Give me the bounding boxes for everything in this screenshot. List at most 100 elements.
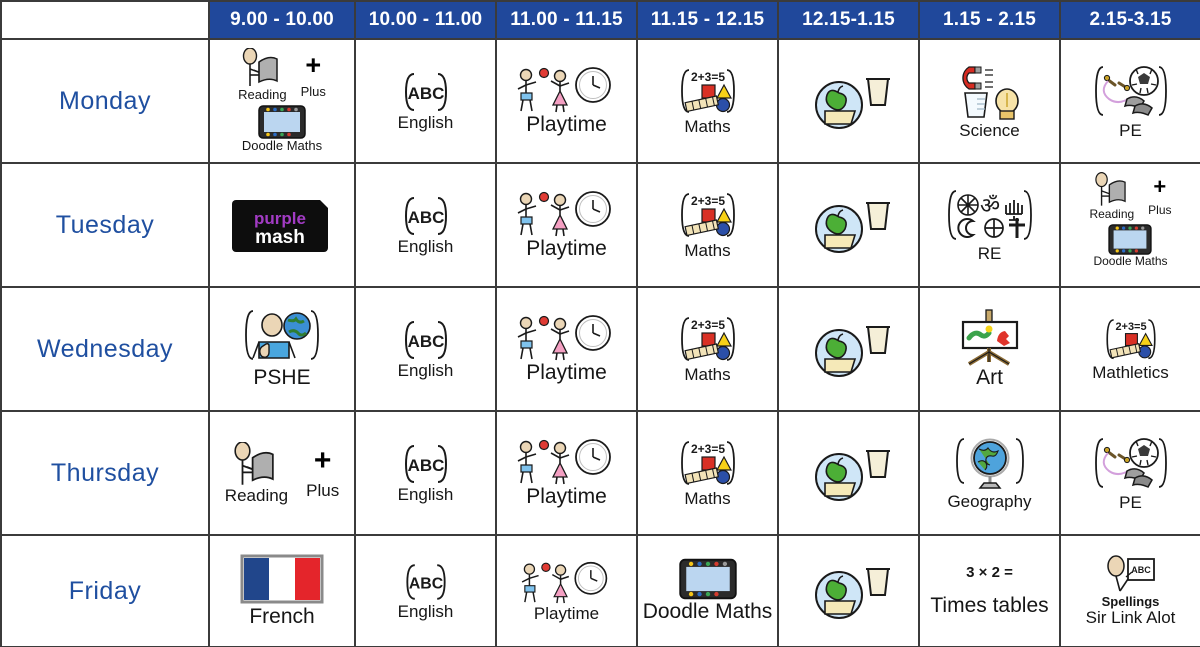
- playtime-label: Playtime: [526, 237, 607, 261]
- cell-tuesday-1100[interactable]: Playtime: [495, 162, 638, 288]
- day-label-friday: Friday: [0, 534, 210, 647]
- table-row-friday: Friday French ABC English Playtime Doodl…: [0, 534, 1200, 647]
- plus-icon: +: [1153, 174, 1167, 199]
- geography-label: Geography: [947, 491, 1032, 511]
- pe-icon: [1089, 435, 1173, 493]
- pe-label: PE: [1119, 120, 1142, 140]
- reading-label: Reading: [224, 485, 289, 505]
- svg-text:purple: purple: [254, 209, 306, 228]
- svg-text:2+3=5: 2+3=5: [1115, 321, 1146, 333]
- lunch-icon: [806, 71, 892, 131]
- plus-icon: +: [313, 444, 332, 478]
- purple-mash-logo: purple mash: [230, 196, 334, 254]
- cell-monday-pe[interactable]: PE: [1059, 38, 1200, 164]
- cell-friday-timestables[interactable]: 3 × 2 = Times tables: [918, 534, 1061, 647]
- science-label: Science: [959, 120, 1020, 140]
- cell-wednesday-1100[interactable]: Playtime: [495, 286, 638, 412]
- cell-friday-lunch[interactable]: [777, 534, 920, 647]
- svg-text:2+3=5: 2+3=5: [690, 442, 724, 456]
- doodle-maths-label: Doodle Maths: [1093, 253, 1168, 268]
- table-row-wednesday: Wednesday PSHE ABC English Playtime 2+3=…: [0, 286, 1200, 412]
- cell-tuesday-purplemash[interactable]: purple mash: [208, 162, 356, 288]
- pe-icon: [1089, 63, 1173, 121]
- maths-icon: 2+3=5: [673, 315, 743, 365]
- table-row-tuesday: Tuesday purple mash ABC English Playtime…: [0, 162, 1200, 288]
- re-label: RE: [977, 243, 1002, 263]
- spellings-icon: ABC: [1100, 555, 1162, 595]
- cell-thursday-1100[interactable]: Playtime: [495, 410, 638, 536]
- day-label-thursday: Thursday: [0, 410, 210, 536]
- cell-tuesday-re[interactable]: ॐ RE: [918, 162, 1061, 288]
- cell-friday-1100[interactable]: Playtime: [495, 534, 638, 647]
- english-label: English: [397, 112, 454, 132]
- cell-monday-lunch[interactable]: [777, 38, 920, 164]
- cell-monday-science[interactable]: Science: [918, 38, 1061, 164]
- table-row-monday: Monday Reading + Plus Doodle Maths ABC E…: [0, 38, 1200, 164]
- cell-thursday-pe[interactable]: PE: [1059, 410, 1200, 536]
- plus-label: Plus: [1148, 203, 1172, 217]
- cell-thursday-1115[interactable]: 2+3=5 Maths: [636, 410, 779, 536]
- cell-thursday-1000[interactable]: ABC English: [354, 410, 497, 536]
- maths-label: Maths: [684, 488, 731, 508]
- maths-icon: 2+3=5: [673, 67, 743, 117]
- svg-text:ABC: ABC: [407, 84, 444, 103]
- cell-wednesday-1115[interactable]: 2+3=5 Maths: [636, 286, 779, 412]
- day-label-tuesday: Tuesday: [0, 162, 210, 288]
- maths-label: Maths: [684, 116, 731, 136]
- maths-label: Maths: [684, 240, 731, 260]
- lunch-icon: [806, 561, 892, 621]
- art-label: Art: [976, 366, 1003, 390]
- cell-monday-1000[interactable]: ABC English: [354, 38, 497, 164]
- cell-tuesday-1000[interactable]: ABC English: [354, 162, 497, 288]
- pe-label: PE: [1119, 492, 1142, 512]
- playtime-label: Playtime: [526, 361, 607, 385]
- cell-thursday-geography[interactable]: Geography: [918, 410, 1061, 536]
- cell-monday-0900[interactable]: Reading + Plus Doodle Maths: [208, 38, 356, 164]
- french-flag-icon: [240, 553, 324, 605]
- day-label-wednesday: Wednesday: [0, 286, 210, 412]
- english-abc-icon: ABC: [396, 71, 456, 113]
- plus-label: Plus: [306, 481, 340, 501]
- cell-tuesday-1115[interactable]: 2+3=5 Maths: [636, 162, 779, 288]
- svg-text:ABC: ABC: [407, 332, 444, 351]
- header-time-5: 12.15-1.15: [777, 0, 920, 40]
- reading-person-icon: [239, 48, 285, 88]
- cell-wednesday-pshe[interactable]: PSHE: [208, 286, 356, 412]
- english-label: English: [397, 236, 454, 256]
- header-time-6: 1.15 - 2.15: [918, 0, 1061, 40]
- tablet-icon: [1108, 223, 1153, 255]
- cell-wednesday-mathletics[interactable]: 2+3=5 Mathletics: [1059, 286, 1200, 412]
- cell-wednesday-1000[interactable]: ABC English: [354, 286, 497, 412]
- svg-text:2+3=5: 2+3=5: [690, 70, 724, 84]
- header-time-2: 10.00 - 11.00: [354, 0, 497, 40]
- english-abc-icon: ABC: [398, 562, 454, 602]
- cell-tuesday-readingplus[interactable]: Reading + Plus Doodle Maths: [1059, 162, 1200, 288]
- cell-friday-1000[interactable]: ABC English: [354, 534, 497, 647]
- cell-friday-spellings[interactable]: ABC Spellings Sir Link Alot: [1059, 534, 1200, 647]
- cell-friday-french[interactable]: French: [208, 534, 356, 647]
- spellings-label: Spellings: [1101, 594, 1160, 610]
- reading-person-icon: [230, 441, 282, 487]
- svg-text:ABC: ABC: [407, 456, 444, 475]
- playtime-icon: [513, 65, 621, 113]
- plus-label: Plus: [300, 83, 326, 99]
- lunch-icon: [806, 195, 892, 255]
- cell-thursday-readingplus[interactable]: Reading + Plus: [208, 410, 356, 536]
- reading-label: Reading: [238, 87, 287, 102]
- cell-monday-1100[interactable]: Playtime: [495, 38, 638, 164]
- cell-monday-1115[interactable]: 2+3=5 Maths: [636, 38, 779, 164]
- cell-wednesday-art[interactable]: Art: [918, 286, 1061, 412]
- cell-wednesday-lunch[interactable]: [777, 286, 920, 412]
- tablet-icon: [258, 104, 306, 139]
- reading-person-icon: [1092, 172, 1132, 208]
- cell-friday-doodlemaths[interactable]: Doodle Maths: [636, 534, 779, 647]
- english-abc-icon: ABC: [396, 195, 456, 237]
- cell-tuesday-lunch[interactable]: [777, 162, 920, 288]
- geography-globe-icon: [952, 436, 1028, 492]
- svg-text:ABC: ABC: [408, 575, 443, 592]
- playtime-icon: [517, 560, 617, 604]
- header-time-1: 9.00 - 10.00: [208, 0, 356, 40]
- english-abc-icon: ABC: [396, 319, 456, 361]
- cell-thursday-lunch[interactable]: [777, 410, 920, 536]
- svg-text:ABC: ABC: [1131, 565, 1151, 575]
